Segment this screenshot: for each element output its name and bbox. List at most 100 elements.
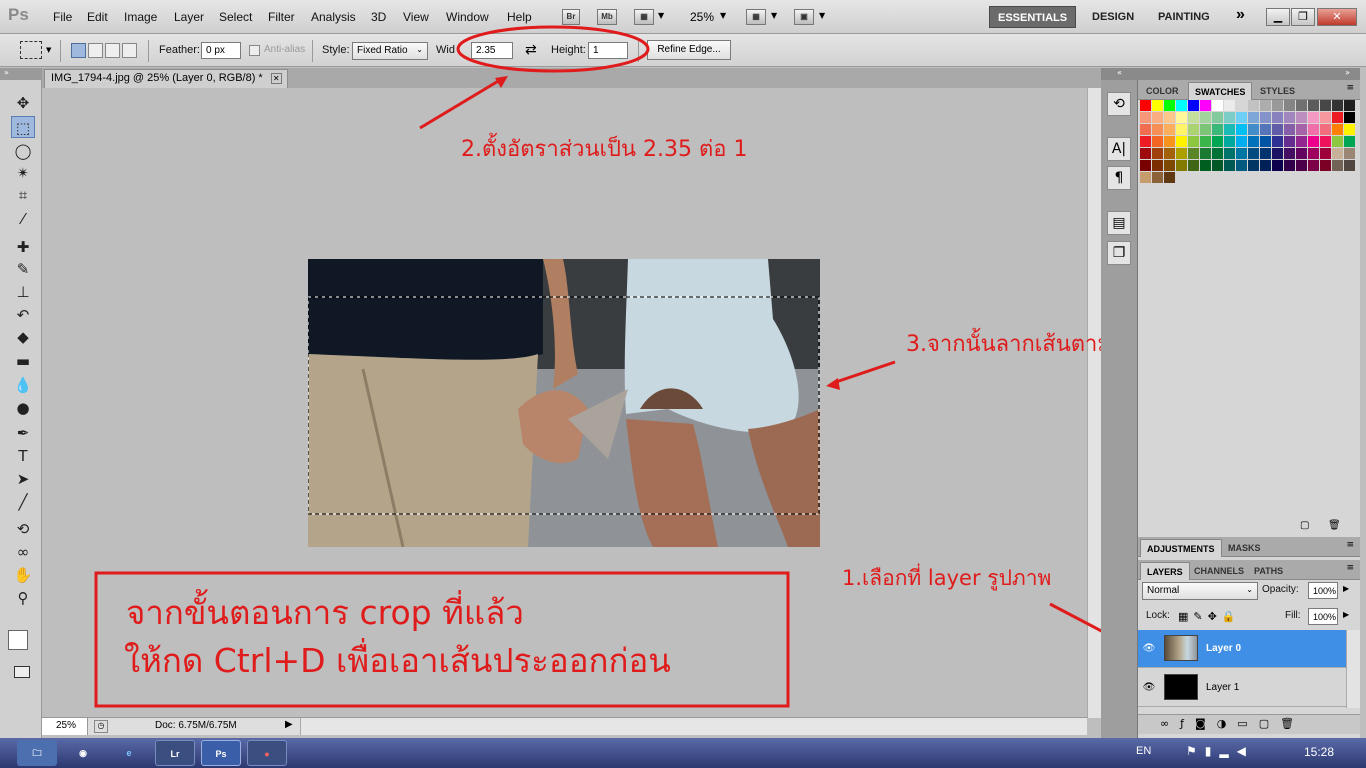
horizontal-scrollbar[interactable]	[300, 718, 1087, 735]
dodge-tool-icon[interactable]: ●	[11, 397, 35, 419]
marquee-tool-preset-icon[interactable]	[20, 41, 42, 59]
feather-input[interactable]: 0 px	[201, 42, 241, 59]
minimize-icon[interactable]: ▁	[1266, 8, 1290, 26]
more-workspaces-button[interactable]: »	[1236, 6, 1245, 24]
photoshop-taskbar-icon[interactable]: Ps	[201, 740, 241, 766]
notes-panel-icon[interactable]: ▤	[1107, 211, 1131, 235]
panel-menu-icon[interactable]: ≡	[1346, 540, 1354, 550]
eraser-tool-icon[interactable]: ◆	[11, 326, 35, 348]
vertical-scrollbar[interactable]	[1087, 88, 1101, 718]
visibility-eye-icon[interactable]: 👁	[1142, 681, 1156, 695]
minibridge-button[interactable]: Mb	[597, 9, 617, 25]
gradient-tool-icon[interactable]: ▬	[11, 350, 35, 372]
explorer-icon[interactable]: 🗀	[17, 740, 57, 766]
move-tool-icon[interactable]: ✥	[11, 92, 35, 114]
bridge-button[interactable]: Br	[562, 9, 580, 25]
swap-icon[interactable]: ⇄	[525, 42, 537, 58]
visibility-eye-icon[interactable]: 👁	[1142, 642, 1156, 656]
intersect-selection-icon[interactable]	[122, 43, 137, 58]
add-to-selection-icon[interactable]	[88, 43, 103, 58]
new-swatch-icon[interactable]: ▢	[1300, 520, 1309, 531]
blur-tool-icon[interactable]: 💧	[11, 374, 35, 396]
menu-window[interactable]: Window	[446, 10, 489, 24]
foreground-color-swatch[interactable]	[8, 630, 28, 650]
subtract-selection-icon[interactable]	[105, 43, 120, 58]
arrange-documents-icon[interactable]: ▦	[746, 9, 766, 25]
chevron-down-icon[interactable]: ▼	[46, 46, 51, 54]
lightroom-icon[interactable]: Lr	[155, 740, 195, 766]
tab-adjustments[interactable]: ADJUSTMENTS	[1140, 539, 1222, 557]
close-icon[interactable]: ✕	[1317, 8, 1357, 26]
menu-3d[interactable]: 3D	[371, 10, 386, 24]
rect-marquee-tool-icon[interactable]: ⬚	[11, 116, 35, 138]
chevron-down-icon[interactable]: ▼	[771, 11, 777, 20]
restore-icon[interactable]: ❐	[1291, 8, 1315, 26]
stamp-tool-icon[interactable]: ⊥	[11, 281, 35, 303]
recorder-icon[interactable]: ●	[247, 740, 287, 766]
quick-select-tool-icon[interactable]: ✴	[11, 162, 35, 184]
status-menu-arrow-icon[interactable]: ▶	[285, 719, 293, 730]
menu-filter[interactable]: Filter	[268, 10, 295, 24]
layer-row-layer-1[interactable]: 👁 Layer 1	[1138, 669, 1346, 707]
menu-edit[interactable]: Edit	[87, 10, 108, 24]
chevron-down-icon[interactable]: ▼	[720, 11, 726, 20]
height-input[interactable]: 1	[588, 42, 628, 59]
collapse-toolbox-icon[interactable]: »	[0, 68, 42, 80]
zoom-tool-icon[interactable]: ⚲	[11, 587, 35, 609]
chrome-icon[interactable]: ◉	[63, 740, 103, 766]
history-brush-tool-icon[interactable]: ↶	[11, 304, 35, 326]
blend-mode-select[interactable]: Normal ⌄	[1142, 582, 1258, 600]
tab-styles[interactable]: STYLES	[1254, 82, 1301, 100]
collapse-panels-icon[interactable]: »	[1138, 68, 1360, 80]
document-tab[interactable]: IMG_1794-4.jpg @ 25% (Layer 0, RGB/8) * …	[44, 69, 288, 88]
tab-color[interactable]: COLOR	[1140, 82, 1185, 100]
fill-arrow-icon[interactable]: ▶	[1343, 610, 1349, 619]
new-selection-icon[interactable]	[71, 43, 86, 58]
eyedropper-tool-icon[interactable]: ⁄	[11, 208, 35, 230]
menu-select[interactable]: Select	[219, 10, 252, 24]
layer-actions-bar[interactable]: ∞ƒ◙◑▭▢🗑	[1138, 714, 1360, 734]
swatches-grid[interactable]	[1140, 100, 1355, 230]
opacity-arrow-icon[interactable]: ▶	[1343, 584, 1349, 593]
workspace-design[interactable]: DESIGN	[1084, 6, 1142, 28]
history-panel-icon[interactable]: ⟲	[1107, 92, 1131, 116]
opacity-input[interactable]: 100%	[1308, 582, 1338, 599]
lock-icons[interactable]: ▦✎✥🔒	[1178, 610, 1241, 623]
3d-orbit-tool-icon[interactable]: ∞	[11, 541, 35, 563]
panel-menu-icon[interactable]: ≡	[1346, 83, 1354, 93]
crop-tool-icon[interactable]: ⌗	[11, 184, 35, 206]
clone-source-panel-icon[interactable]: ❐	[1107, 241, 1131, 265]
workspace-essentials[interactable]: ESSENTIALS	[989, 6, 1077, 28]
layer-row-layer-0[interactable]: 👁 Layer 0	[1138, 630, 1346, 668]
tray-icons[interactable]: ⚑▮▂◀	[1186, 744, 1254, 758]
ie-icon[interactable]: e	[109, 740, 149, 766]
layers-scrollbar[interactable]	[1346, 630, 1360, 708]
menu-analysis[interactable]: Analysis	[311, 10, 356, 24]
character-panel-icon[interactable]: A|	[1107, 137, 1131, 161]
menu-help[interactable]: Help	[507, 10, 532, 24]
paragraph-panel-icon[interactable]: ¶	[1107, 166, 1131, 190]
refine-edge-button[interactable]: Refine Edge...	[647, 40, 731, 60]
menu-layer[interactable]: Layer	[174, 10, 204, 24]
chevron-down-icon[interactable]: ▼	[658, 11, 664, 20]
menu-view[interactable]: View	[403, 10, 429, 24]
screen-mode-icon[interactable]: ▣	[794, 9, 814, 25]
status-info-icon[interactable]: ◷	[94, 720, 108, 733]
layer-name[interactable]: Layer 1	[1206, 682, 1239, 693]
fill-input[interactable]: 100%	[1308, 608, 1338, 625]
type-tool-icon[interactable]: T	[11, 445, 35, 467]
extras-icon[interactable]: ▦	[634, 9, 654, 25]
layer-name[interactable]: Layer 0	[1206, 643, 1241, 654]
status-zoom[interactable]: 25%	[42, 718, 88, 735]
path-select-tool-icon[interactable]: ➤	[11, 468, 35, 490]
clock[interactable]: 15:28	[1304, 745, 1334, 759]
pen-tool-icon[interactable]: ✒	[11, 422, 35, 444]
hand-tool-icon[interactable]: ✋	[11, 564, 35, 586]
brush-tool-icon[interactable]: ✎	[11, 258, 35, 280]
tab-layers[interactable]: LAYERS	[1140, 562, 1190, 580]
3d-rotate-tool-icon[interactable]: ⟲	[11, 518, 35, 540]
menu-image[interactable]: Image	[124, 10, 157, 24]
document-image[interactable]	[308, 259, 820, 547]
tab-paths[interactable]: PATHS	[1248, 562, 1289, 580]
style-select[interactable]: Fixed Ratio ⌄	[352, 42, 428, 60]
